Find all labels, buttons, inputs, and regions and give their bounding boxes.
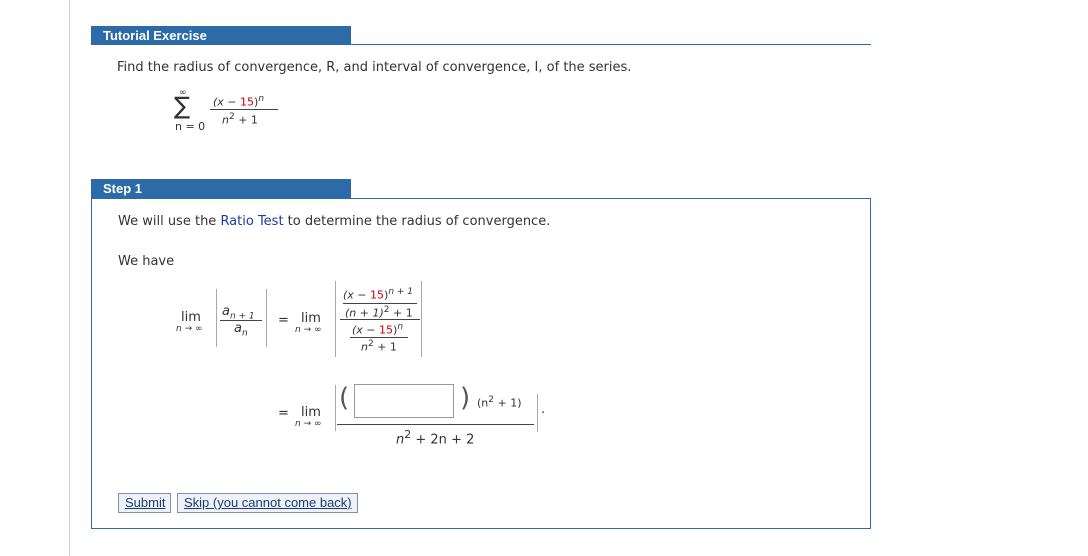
equals-1: = [278, 313, 289, 328]
abs-right-3 [537, 394, 538, 432]
compound-bottom-denominator: n2 + 1 [361, 339, 397, 354]
answer-input[interactable] [354, 384, 454, 418]
compound-bottom-bar [350, 337, 408, 338]
abs-left-1 [216, 289, 217, 347]
paren-close: ) [460, 383, 471, 413]
abs-right-2 [421, 281, 422, 357]
we-have-label: We have [118, 254, 175, 269]
step-intro: We will use the Ratio Test to determine … [118, 214, 551, 229]
compound-main-bar [340, 319, 420, 320]
compound-top-constant: 15 [370, 288, 385, 302]
abs-left-2 [335, 281, 336, 357]
sigma-lower: n = 0 [175, 120, 206, 133]
equals-2: = [278, 406, 289, 421]
paren-open: ( [339, 383, 350, 413]
compound-bottom-numerator: (x − 15)n [352, 322, 404, 337]
tutorial-header: Tutorial Exercise [91, 26, 351, 45]
tutorial-header-rule [351, 44, 871, 45]
sigma-symbol: ∑ [174, 92, 191, 120]
compound-top-numerator: (x − 15)n + 1 [343, 287, 414, 302]
limit-1-sub: n → ∞ [176, 324, 203, 334]
compound-bottom-constant: 15 [379, 323, 394, 337]
limit-3: lim [301, 405, 321, 420]
series-numerator: (x − 15)n [213, 94, 265, 109]
row2-fraction-bar [337, 424, 534, 425]
ratio-test-link[interactable]: Ratio Test [220, 214, 283, 229]
step-header: Step 1 [91, 179, 351, 198]
problem-prompt: Find the radius of convergence, R, and i… [117, 60, 632, 75]
series-numerator-constant: 15 [240, 95, 255, 109]
compound-top-denominator: (n + 1)2 + 1 [345, 305, 413, 320]
series-fraction-bar [210, 109, 278, 110]
limit-2: lim [301, 311, 321, 326]
compound-top-bar [343, 303, 417, 304]
ratio-denominator: an [234, 321, 248, 339]
submit-button[interactable]: Submit [118, 493, 171, 513]
row2-trailing-period: . [541, 402, 546, 417]
row2-factor: (n2 + 1) [477, 395, 522, 410]
skip-button[interactable]: Skip (you cannot come back) [177, 493, 358, 513]
abs-right-1 [266, 289, 267, 347]
row2-denominator: n2 + 2n + 2 [396, 428, 475, 448]
left-divider [69, 0, 70, 556]
abs-left-3 [335, 385, 336, 431]
limit-3-sub: n → ∞ [295, 419, 322, 429]
limit-2-sub: n → ∞ [295, 325, 322, 335]
limit-1: lim [181, 310, 201, 325]
series-denominator: n2 + 1 [222, 112, 258, 127]
ratio-numerator: an + 1 [222, 304, 255, 322]
step-box [91, 198, 871, 529]
